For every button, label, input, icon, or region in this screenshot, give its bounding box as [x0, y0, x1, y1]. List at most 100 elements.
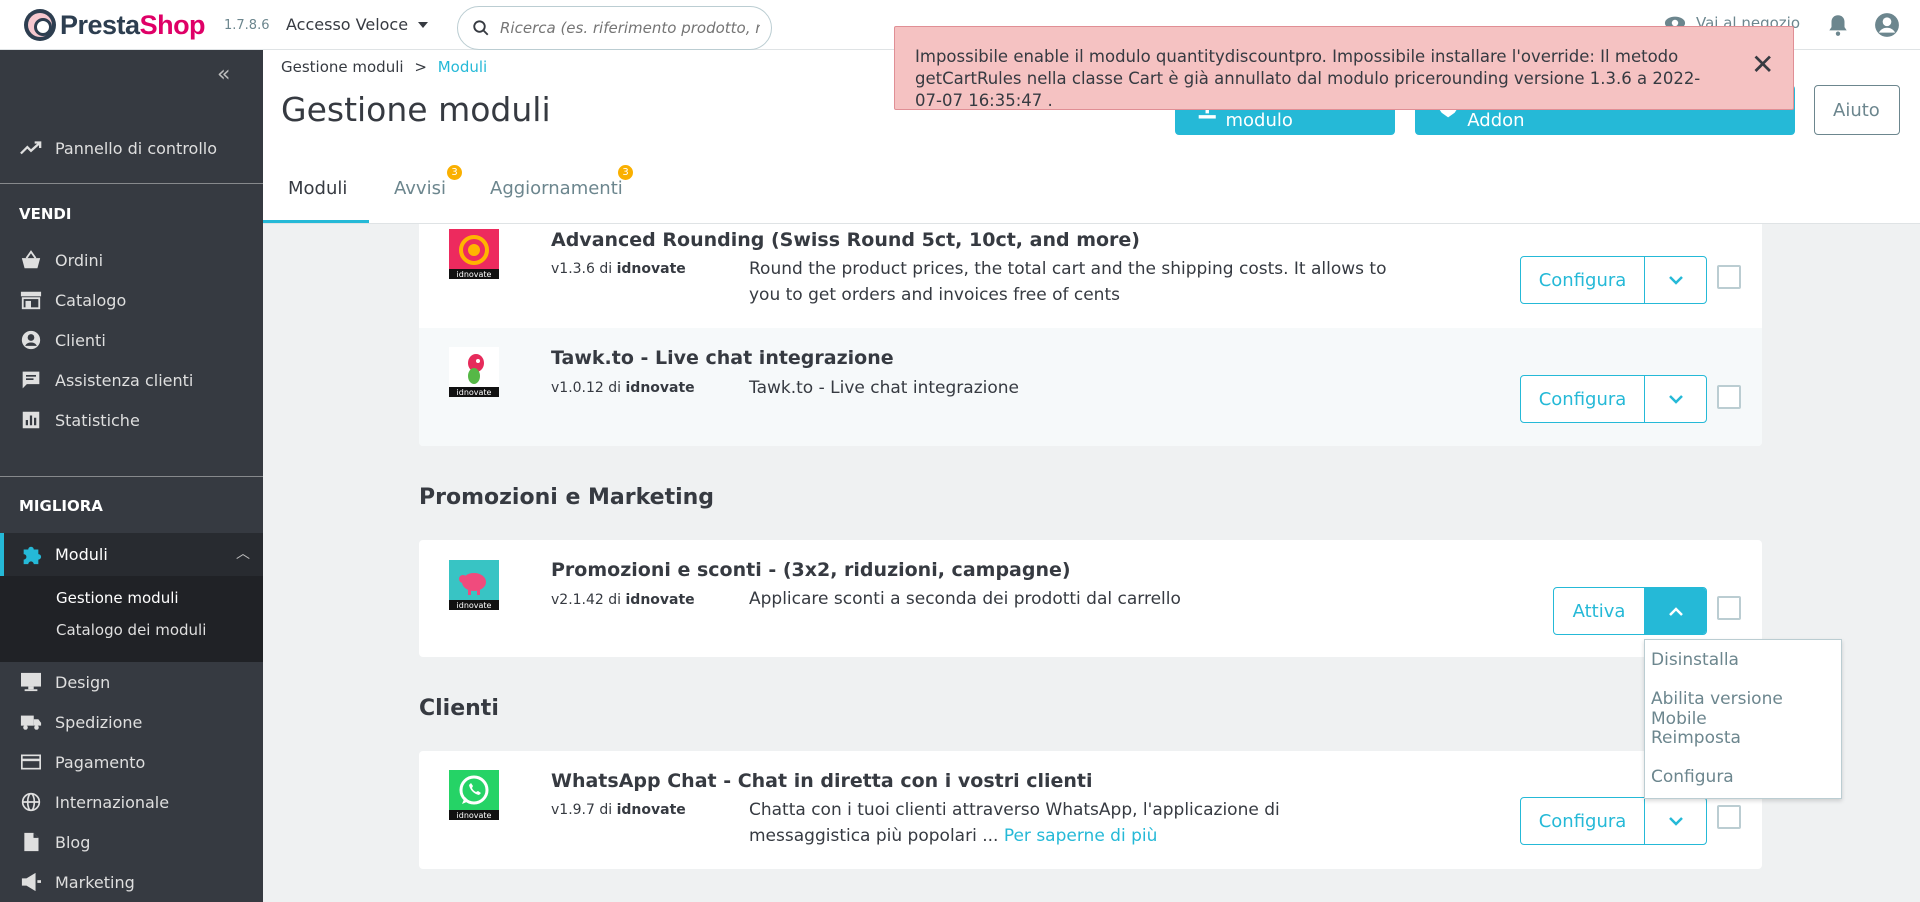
- sidebar-item-customer-service[interactable]: Assistenza clienti: [0, 360, 263, 400]
- puffin-logo-icon: [24, 9, 56, 41]
- globe-icon: [20, 791, 42, 813]
- module-action-group: Configura: [1520, 797, 1707, 845]
- sidebar-divider: [0, 183, 263, 184]
- alerts-count-badge: 3: [447, 165, 462, 180]
- sidebar: « Pannello di controllo VENDI Ordini Cat…: [0, 50, 263, 902]
- sidebar-item-payment[interactable]: Pagamento: [0, 742, 263, 782]
- chat-icon: [20, 369, 42, 391]
- menu-item-uninstall[interactable]: Disinstalla: [1651, 650, 1739, 670]
- bar-chart-icon: [20, 409, 42, 431]
- configure-button[interactable]: Configura: [1521, 257, 1645, 303]
- basket-icon: [20, 249, 42, 271]
- module-action-group: Configura: [1520, 375, 1707, 423]
- sidebar-item-blog[interactable]: Blog: [0, 822, 263, 862]
- search-icon: [473, 20, 489, 36]
- tab-updates[interactable]: Aggiornamenti: [490, 178, 623, 199]
- logo-caption: idnovate: [457, 388, 492, 397]
- submenu-item-module-manager[interactable]: Gestione moduli: [56, 589, 179, 607]
- sidebar-item-stats[interactable]: Statistiche: [0, 400, 263, 440]
- active-tab-indicator: [263, 220, 369, 223]
- module-name: Advanced Rounding (Swiss Round 5ct, 10ct…: [551, 229, 1140, 251]
- breadcrumb-parent-link[interactable]: Gestione moduli: [281, 58, 404, 76]
- module-description: Round the product prices, the total cart…: [749, 259, 1387, 305]
- megaphone-icon: [20, 871, 42, 893]
- user-account-icon[interactable]: [1874, 12, 1900, 38]
- sidebar-item-catalog[interactable]: Catalogo: [0, 280, 263, 320]
- menu-item-reset[interactable]: Reimposta: [1651, 728, 1741, 748]
- module-actions-dropdown-toggle[interactable]: [1645, 798, 1706, 844]
- chevron-up-icon[interactable]: ︿: [236, 543, 250, 563]
- module-name: Promozioni e sconti - (3x2, riduzioni, c…: [551, 559, 1071, 581]
- search-box[interactable]: [457, 6, 772, 50]
- help-button[interactable]: Aiuto: [1814, 85, 1900, 135]
- trending-up-icon: [20, 137, 42, 159]
- sidebar-item-customers[interactable]: Clienti: [0, 320, 263, 360]
- module-name: Tawk.to - Live chat integrazione: [551, 347, 894, 369]
- tabs-bar: Moduli Avvisi 3 Aggiornamenti 3: [263, 156, 1920, 224]
- module-description: Chatta con i tuoi clienti attraverso Wha…: [749, 800, 1280, 846]
- credit-card-icon: [20, 751, 42, 773]
- version-label: 1.7.8.6: [224, 18, 270, 33]
- close-icon[interactable]: ✕: [1751, 51, 1774, 79]
- sidebar-item-design[interactable]: Design: [0, 662, 263, 702]
- sidebar-section-improve: MIGLIORA: [19, 497, 103, 515]
- tawk-logo-icon: idnovate: [449, 347, 499, 397]
- caret-down-icon: [418, 21, 429, 28]
- collapse-sidebar-icon[interactable]: «: [217, 62, 230, 87]
- page-title: Gestione moduli: [281, 90, 551, 129]
- chevron-up-icon: [1668, 606, 1683, 616]
- section-title-promotions: Promozioni e Marketing: [419, 485, 715, 510]
- chevron-down-icon: [1668, 275, 1683, 285]
- module-actions-dropdown-toggle[interactable]: [1645, 376, 1706, 422]
- module-name: WhatsApp Chat - Chat in diretta con i vo…: [551, 770, 1093, 792]
- store-icon: [20, 289, 42, 311]
- chevron-down-icon: [1668, 394, 1683, 404]
- tab-modules[interactable]: Moduli: [288, 178, 347, 199]
- module-actions-menu: Disinstalla Abilita versione Mobile Reim…: [1644, 639, 1842, 799]
- module-select-checkbox[interactable]: [1717, 805, 1741, 829]
- logo-caption: idnovate: [457, 270, 492, 279]
- file-icon: [20, 831, 42, 853]
- module-actions-dropdown-toggle[interactable]: [1645, 257, 1706, 303]
- module-select-checkbox[interactable]: [1717, 385, 1741, 409]
- brand-name: PrestaShop: [60, 9, 206, 40]
- logo-caption: idnovate: [457, 601, 492, 610]
- module-version: v1.0.12 di idnovate: [551, 380, 695, 396]
- logo-caption: idnovate: [457, 811, 492, 820]
- configure-button[interactable]: Configura: [1521, 798, 1645, 844]
- module-version: v2.1.42 di idnovate: [551, 592, 695, 608]
- account-circle-icon: [20, 329, 42, 351]
- sidebar-item-shipping[interactable]: Spedizione: [0, 702, 263, 742]
- sidebar-item-orders[interactable]: Ordini: [0, 240, 263, 280]
- enable-button[interactable]: Attiva: [1554, 588, 1645, 634]
- sidebar-item-marketing[interactable]: Marketing: [0, 862, 263, 902]
- sidebar-item-dashboard[interactable]: Pannello di controllo: [0, 128, 263, 168]
- whatsapp-logo-icon: idnovate: [449, 770, 499, 820]
- search-input[interactable]: [500, 19, 760, 37]
- breadcrumb-current-link[interactable]: Moduli: [438, 58, 487, 76]
- module-select-checkbox[interactable]: [1717, 265, 1741, 289]
- module-actions-dropdown-toggle[interactable]: [1645, 588, 1706, 634]
- module-version: v1.3.6 di idnovate: [551, 261, 686, 277]
- configure-button[interactable]: Configura: [1521, 376, 1645, 422]
- sidebar-item-modules[interactable]: Moduli ︿: [0, 533, 263, 576]
- breadcrumb: Gestione moduli > Moduli: [281, 58, 488, 76]
- module-description: Tawk.to - Live chat integrazione: [749, 378, 1019, 398]
- module-action-group: Attiva: [1553, 587, 1707, 635]
- menu-item-enable-mobile[interactable]: Abilita versione Mobile: [1651, 689, 1841, 729]
- read-more-link[interactable]: Per saperne di più: [1004, 826, 1158, 846]
- sidebar-divider: [0, 476, 263, 477]
- module-action-group: Configura: [1520, 256, 1707, 304]
- sidebar-item-international[interactable]: Internazionale: [0, 782, 263, 822]
- tab-alerts[interactable]: Avvisi: [394, 178, 446, 199]
- prestashop-logo[interactable]: PrestaShop: [24, 9, 206, 41]
- truck-icon: [20, 711, 42, 733]
- submenu-item-module-catalog[interactable]: Catalogo dei moduli: [56, 621, 206, 639]
- quick-access-dropdown[interactable]: Accesso Veloce: [286, 15, 429, 34]
- section-title-customers: Clienti: [419, 696, 499, 721]
- module-select-checkbox[interactable]: [1717, 596, 1741, 620]
- sidebar-section-sell: VENDI: [19, 205, 72, 223]
- module-description: Applicare sconti a seconda dei prodotti …: [749, 589, 1181, 609]
- menu-item-configure[interactable]: Configura: [1651, 767, 1734, 787]
- bell-icon[interactable]: [1825, 12, 1851, 38]
